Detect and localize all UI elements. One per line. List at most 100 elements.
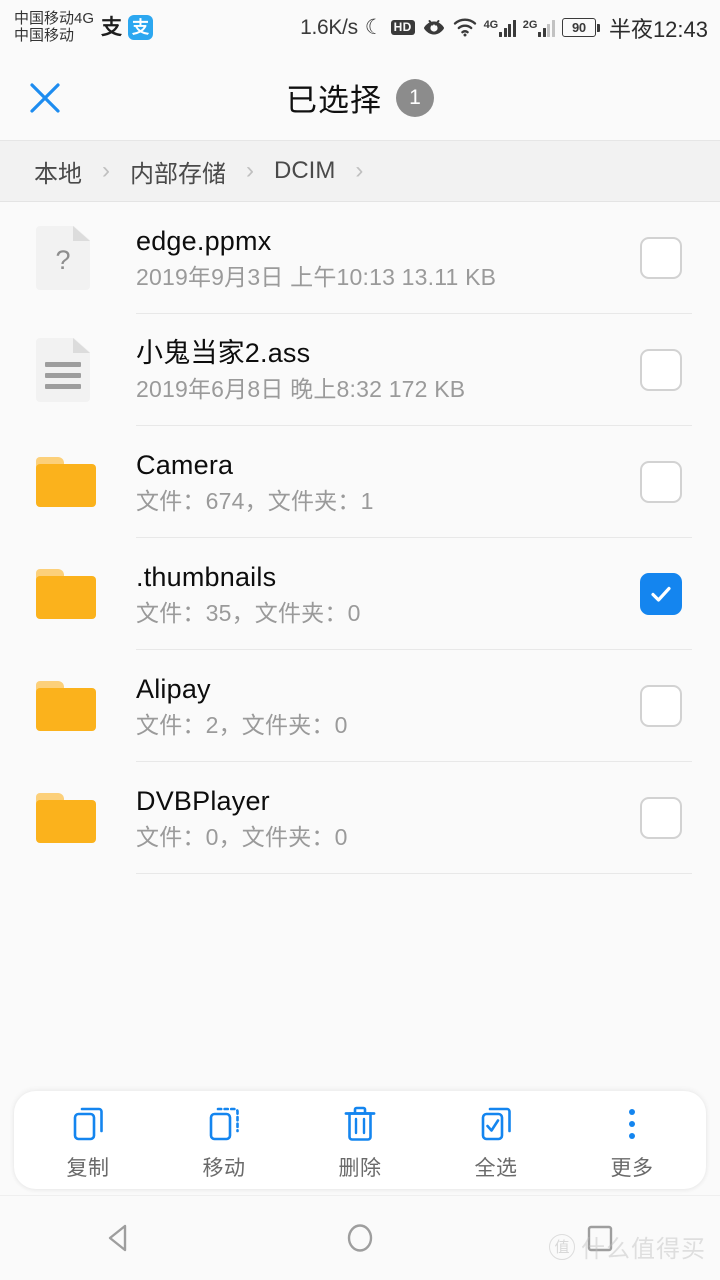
file-text-cell: DVBPlayer 文件：0，文件夹：0 [110,786,630,850]
network-speed-text: 1.6K/s [300,15,358,39]
file-meta: 2019年6月8日 晚上8:32 172 KB [136,375,466,402]
folder-icon [36,457,96,507]
file-meta: 文件：2，文件夹：0 [136,711,348,738]
more-icon [612,1103,652,1145]
table-row[interactable]: DVBPlayer 文件：0，文件夹：0 [0,762,720,874]
select-all-icon [476,1103,516,1145]
do-not-disturb-moon-icon: ☾ [364,16,384,39]
carrier-line-2: 中国移动 [14,26,75,44]
more-label: 更多 [610,1156,654,1180]
move-button[interactable]: 移动 [174,1099,274,1182]
signal-2-label: 2G [522,18,538,31]
phone-screen: 中国移动4G 中国移动 支 支 1.6K/s ☾ HD 4G 2G 90 半夜1… [0,0,720,1280]
row-checkbox-cell[interactable] [630,237,692,279]
row-checkbox-checked[interactable] [640,573,682,615]
chevron-right-icon: › [246,157,254,184]
delete-button[interactable]: 删除 [310,1099,410,1182]
file-list: ? edge.ppmx 2019年9月3日 上午10:13 13.11 KB 小… [0,202,720,874]
battery-level-text: 90 [572,20,586,35]
copy-label: 复制 [66,1156,110,1180]
file-name: .thumbnails [136,562,277,593]
file-icon-cell [36,681,110,731]
file-icon-cell [36,457,110,507]
row-checkbox[interactable] [640,461,682,503]
folder-icon [36,793,96,843]
android-nav-bar: 值 什么值得买 [0,1195,720,1280]
unknown-file-icon: ? [36,226,90,290]
signal-1-label: 4G [483,18,499,31]
nav-home-button[interactable] [300,1196,420,1280]
signal-2-icon: 2G [523,19,555,37]
breadcrumb-item-local[interactable]: 本地 [30,154,86,189]
battery-cap [596,23,600,32]
move-icon [204,1103,244,1145]
file-text-cell: Alipay 文件：2，文件夹：0 [110,674,630,738]
move-label: 移动 [202,1156,246,1180]
file-meta: 文件：0，文件夹：0 [136,823,348,850]
title-center-group: 已选择 1 [0,55,720,140]
table-row[interactable]: Camera 文件：674，文件夹：1 [0,426,720,538]
home-circle-icon [347,1224,373,1252]
file-name: DVBPlayer [136,786,270,817]
row-checkbox[interactable] [640,237,682,279]
row-checkbox-cell[interactable] [630,349,692,391]
signal-1-icon: 4G [484,19,516,37]
close-selection-button[interactable] [0,77,90,119]
folder-icon [36,569,96,619]
trash-icon [340,1103,380,1145]
file-text-cell: 小鬼当家2.ass 2019年6月8日 晚上8:32 172 KB [110,338,630,402]
delete-label: 删除 [338,1156,382,1180]
file-icon-cell: ? [36,226,110,290]
row-checkbox-cell[interactable] [630,573,692,615]
page-title: 已选择 [286,83,382,118]
table-row[interactable]: .thumbnails 文件：35，文件夹：0 [0,538,720,650]
carrier-line-1: 中国移动4G [14,9,95,27]
hd-volte-icon: HD [390,19,415,36]
table-row[interactable]: ? edge.ppmx 2019年9月3日 上午10:13 13.11 KB [0,202,720,314]
alipay-badge-icon: 支 [128,15,154,40]
signal-2-bars [538,19,555,37]
file-name: 小鬼当家2.ass [136,338,311,369]
breadcrumb-item-internal-storage[interactable]: 内部存储 [126,154,230,189]
file-name: Camera [136,450,234,481]
action-toolbar: 复制 移动 删除 全选 更多 [14,1091,706,1189]
row-checkbox-cell[interactable] [630,797,692,839]
file-icon-cell [36,793,110,843]
alipay-glyph-icon: 支 [101,16,123,39]
table-row[interactable]: 小鬼当家2.ass 2019年6月8日 晚上8:32 172 KB [0,314,720,426]
signal-1-bars [499,19,516,37]
text-file-icon [36,338,90,402]
row-checkbox[interactable] [640,685,682,727]
file-text-cell: .thumbnails 文件：35，文件夹：0 [110,562,630,626]
breadcrumb-item-dcim[interactable]: DCIM [270,157,339,185]
file-name: edge.ppmx [136,226,272,257]
nav-back-button[interactable] [60,1196,180,1280]
table-row[interactable]: Alipay 文件：2，文件夹：0 [0,650,720,762]
row-checkbox[interactable] [640,349,682,391]
row-checkbox-cell[interactable] [630,461,692,503]
chevron-right-icon: › [102,157,110,184]
select-all-label: 全选 [474,1156,518,1180]
back-triangle-icon [108,1224,127,1252]
carrier-info: 中国移动4G 中国移动 [14,9,95,45]
row-divider [136,873,692,874]
row-checkbox[interactable] [640,797,682,839]
file-text-cell: Camera 文件：674，文件夹：1 [110,450,630,514]
action-toolbar-zone: 复制 移动 删除 全选 更多 [0,1085,720,1195]
file-icon-cell [36,338,110,402]
copy-button[interactable]: 复制 [38,1099,138,1182]
status-bar-right: 1.6K/s ☾ HD 4G 2G 90 半夜12:43 [300,12,708,44]
file-meta: 文件：674，文件夹：1 [136,487,374,514]
copy-icon [68,1103,108,1145]
breadcrumb: 本地 › 内部存储 › DCIM › [0,140,720,202]
chevron-right-icon: › [355,157,364,184]
row-checkbox-cell[interactable] [630,685,692,727]
select-all-button[interactable]: 全选 [446,1099,546,1182]
file-text-cell: edge.ppmx 2019年9月3日 上午10:13 13.11 KB [110,226,630,289]
more-button[interactable]: 更多 [582,1099,682,1182]
watermark: 值 什么值得买 [549,1229,706,1264]
status-bar-clock: 半夜12:43 [608,16,708,42]
battery-icon: 90 [561,18,600,37]
file-name: Alipay [136,674,211,705]
file-meta: 文件：35，文件夹：0 [136,599,361,626]
